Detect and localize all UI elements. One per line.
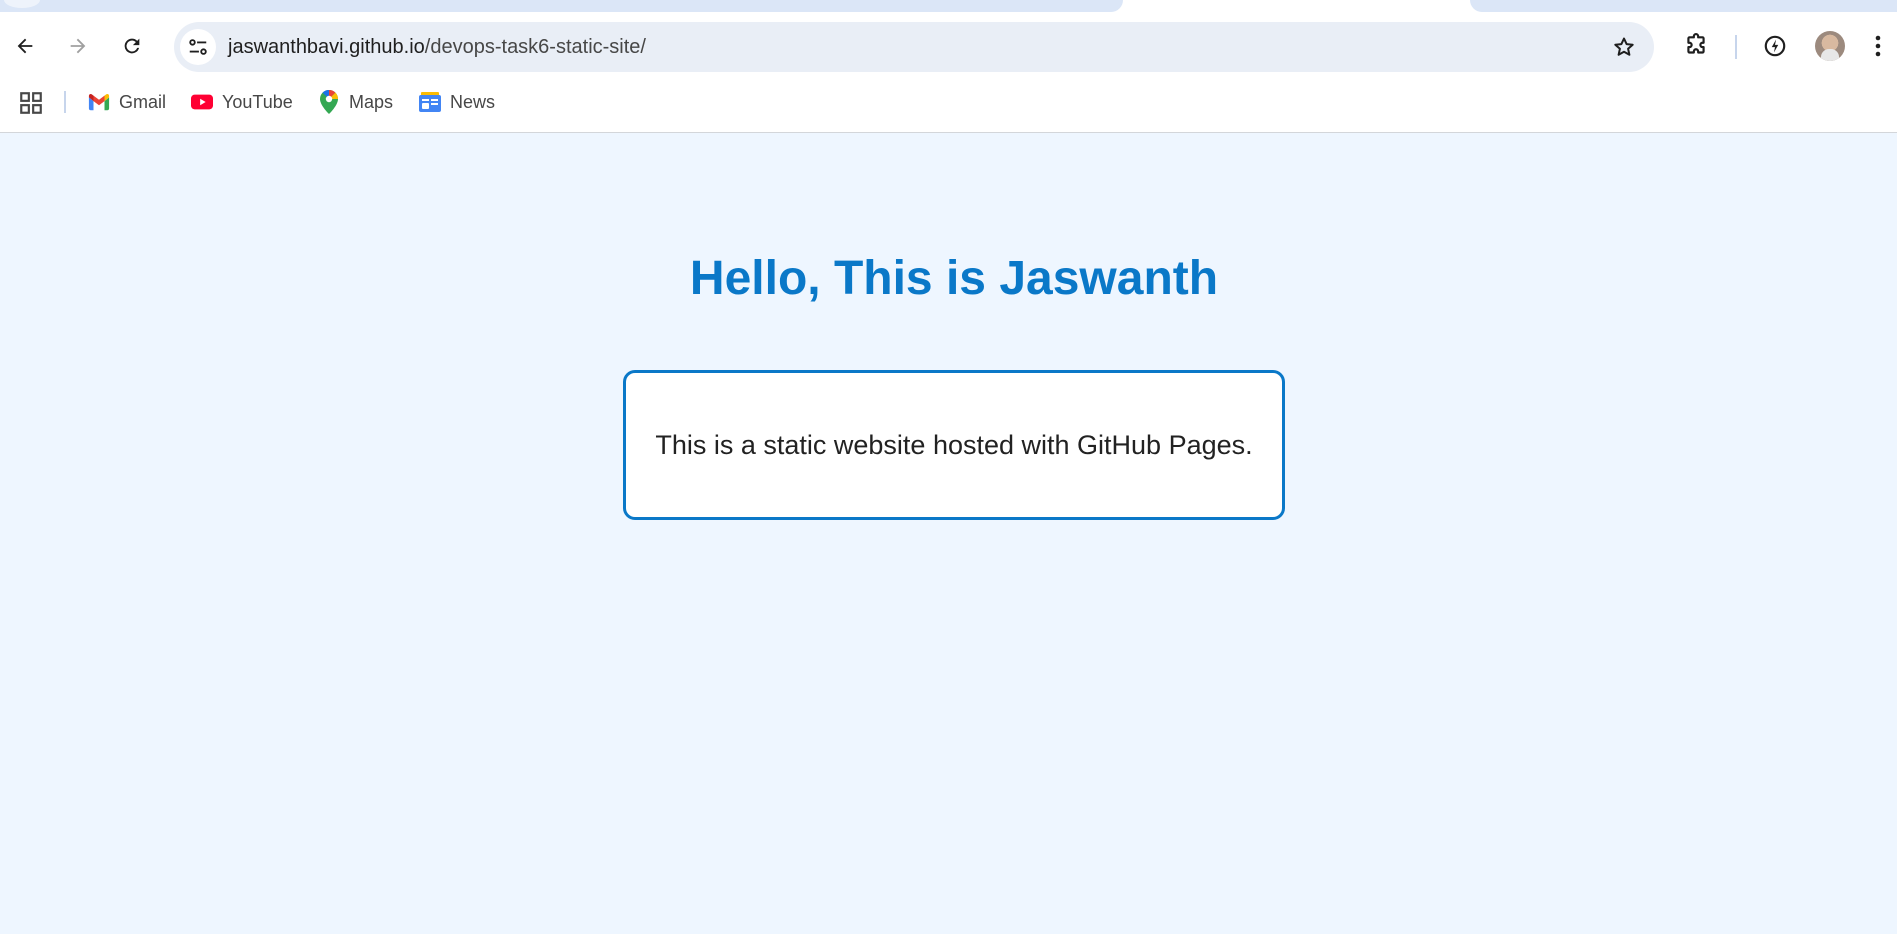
address-bar[interactable]: jaswanthbavi.github.io/devops-task6-stat… <box>174 22 1654 72</box>
bookmark-youtube[interactable]: YouTube <box>191 86 293 118</box>
card-text: This is a static website hosted with Git… <box>655 429 1253 460</box>
url-host: jaswanthbavi.github.io <box>228 36 425 58</box>
bookmarks-bar: Gmail YouTube Maps News <box>0 82 1897 122</box>
page-heading: Hello, This is Jaswanth <box>689 252 1219 305</box>
maps-icon <box>318 90 340 114</box>
tab-inactive-left[interactable] <box>0 0 1123 12</box>
tab-inactive-right[interactable] <box>1470 0 1897 12</box>
bookmark-news[interactable]: News <box>419 86 495 118</box>
more-vert-icon <box>1875 35 1881 57</box>
back-button[interactable] <box>7 28 43 64</box>
web-page-content: Hello, This is Jaswanth This is a static… <box>0 133 1897 934</box>
tab-favicon <box>4 0 40 8</box>
menu-button[interactable] <box>1866 28 1890 64</box>
url-path: /devops-task6-static-site/ <box>424 36 646 58</box>
bookmark-maps[interactable]: Maps <box>318 86 393 118</box>
reload-button[interactable] <box>114 28 150 64</box>
bookmarks-separator <box>64 91 66 113</box>
arrow-right-icon <box>70 38 86 54</box>
star-icon <box>1614 37 1634 56</box>
apps-grid-icon <box>20 92 42 114</box>
gmail-icon <box>88 91 110 113</box>
profile-avatar[interactable] <box>1815 31 1845 61</box>
reload-icon <box>124 38 140 54</box>
puzzle-icon <box>1687 33 1705 54</box>
youtube-icon <box>191 91 213 113</box>
arrow-left-icon <box>17 38 33 54</box>
forward-button[interactable] <box>60 28 96 64</box>
site-info-button[interactable] <box>180 29 216 65</box>
performance-button[interactable] <box>1757 28 1793 64</box>
extensions-button[interactable] <box>1678 28 1714 64</box>
toolbar-separator <box>1735 35 1737 59</box>
bookmark-gmail[interactable]: Gmail <box>88 86 166 118</box>
apps-button[interactable] <box>18 90 44 116</box>
browser-chrome: jaswanthbavi.github.io/devops-task6-stat… <box>0 0 1897 133</box>
bookmark-label: YouTube <box>222 91 293 112</box>
url-text[interactable]: jaswanthbavi.github.io/devops-task6-stat… <box>228 22 646 72</box>
bookmark-star-button[interactable] <box>1610 33 1638 61</box>
energy-saver-icon <box>1764 35 1786 57</box>
news-icon <box>419 91 441 113</box>
bookmark-label: Gmail <box>119 91 167 112</box>
tune-icon <box>189 39 207 55</box>
info-card: This is a static website hosted with Git… <box>623 370 1285 520</box>
tab-strip <box>0 0 1897 12</box>
bookmark-label: Maps <box>349 91 394 112</box>
bookmark-label: News <box>450 91 496 112</box>
